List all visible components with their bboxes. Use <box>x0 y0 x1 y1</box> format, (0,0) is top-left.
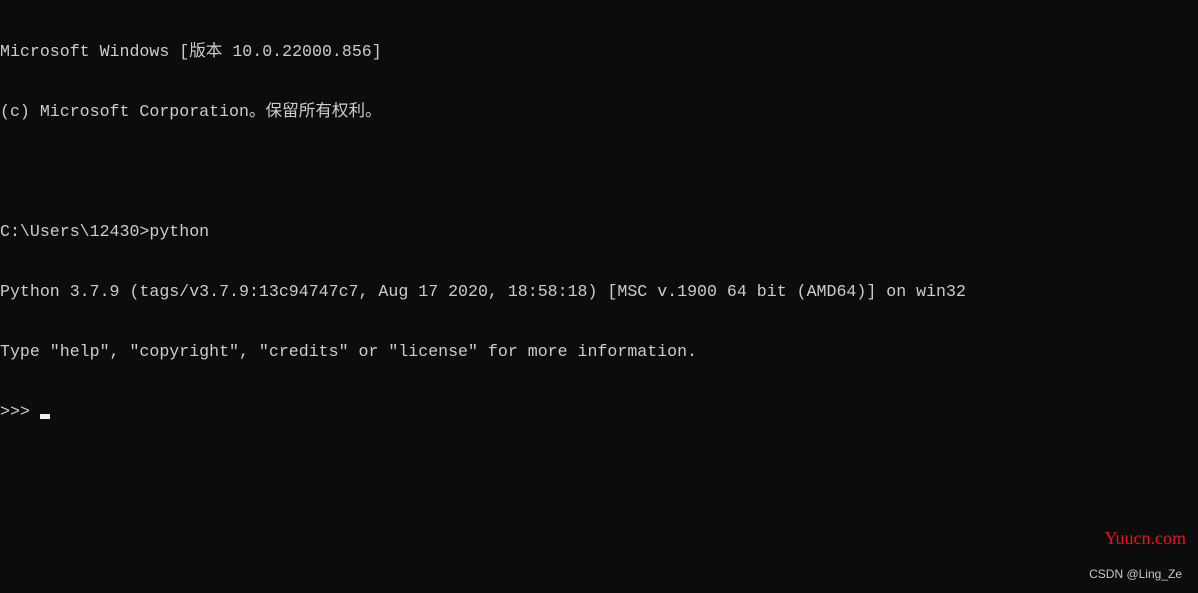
text-cursor <box>39 414 50 419</box>
author-watermark: CSDN @Ling_Ze <box>1089 567 1182 581</box>
console-line: Python 3.7.9 (tags/v3.7.9:13c94747c7, Au… <box>0 282 966 301</box>
console-line: (c) Microsoft Corporation。保留所有权利。 <box>0 102 382 121</box>
terminal-output[interactable]: Microsoft Windows [版本 10.0.22000.856] (c… <box>0 2 966 442</box>
console-line: Microsoft Windows [版本 10.0.22000.856] <box>0 42 382 61</box>
python-prompt: >>> <box>0 402 30 421</box>
console-line: Type "help", "copyright", "credits" or "… <box>0 342 698 361</box>
console-line: C:\Users\12430>python <box>0 222 210 241</box>
site-watermark: Yuucn.com <box>1104 528 1186 548</box>
input-line[interactable]: >>> <box>0 402 966 422</box>
